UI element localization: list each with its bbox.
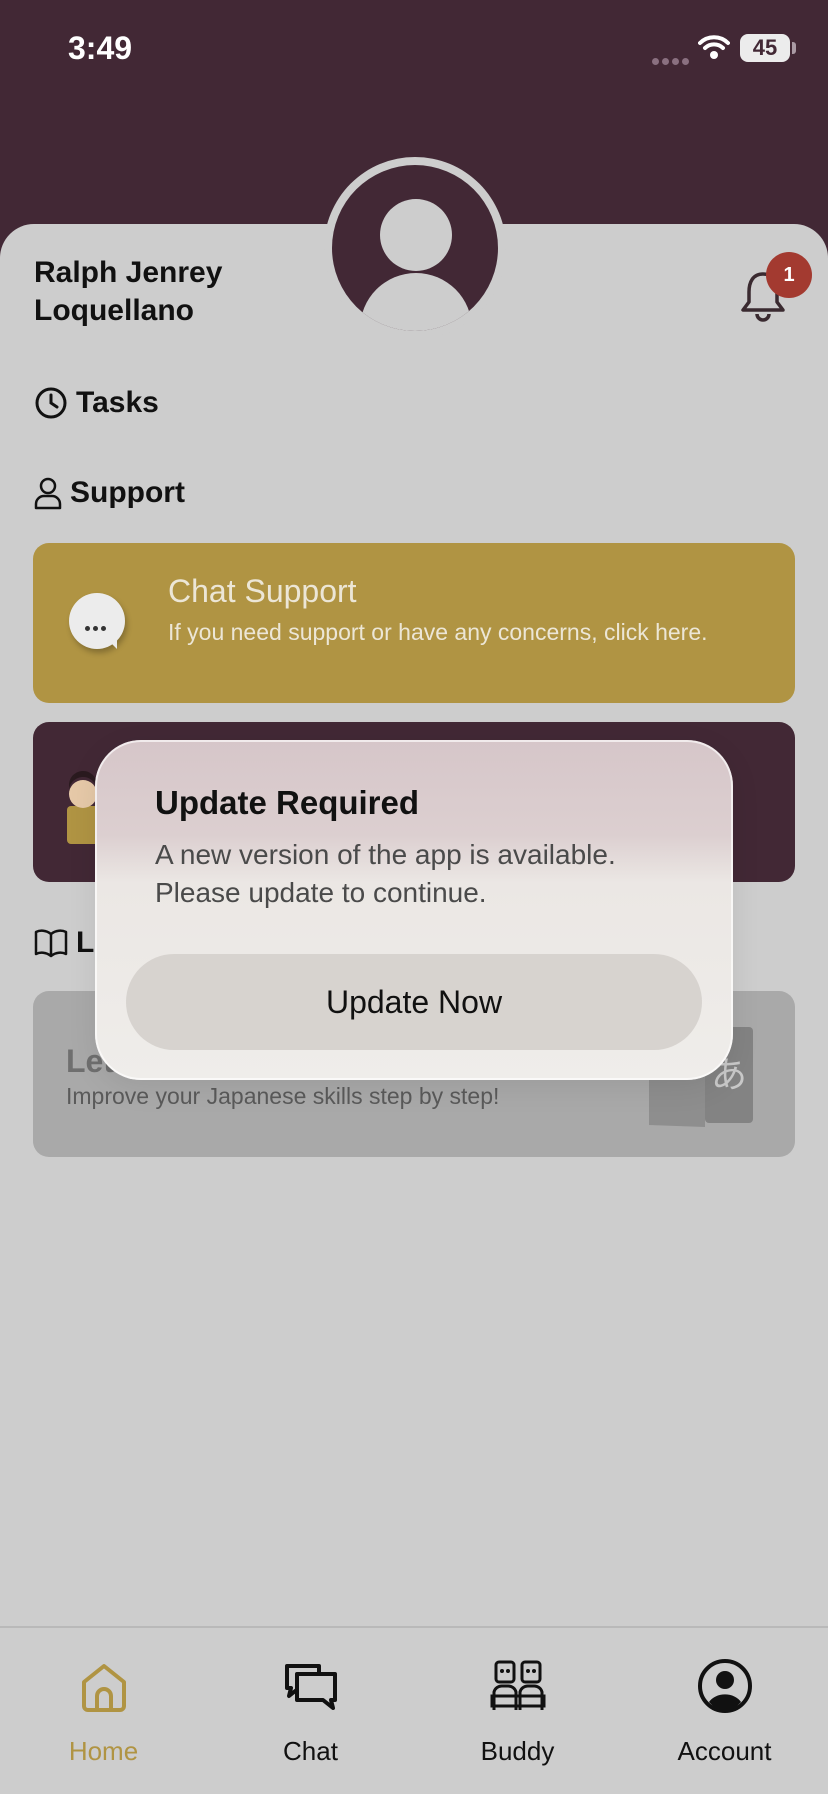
tab-buddy-label: Buddy (480, 1736, 555, 1766)
clock-icon (35, 387, 67, 419)
tasks-label: Tasks (76, 386, 159, 419)
profile-avatar[interactable] (324, 157, 506, 339)
tab-home-label: Home (68, 1736, 139, 1766)
chat-support-description: If you need support or have any concerns… (168, 619, 708, 645)
user-name: Ralph Jenrey Loquellano (34, 256, 223, 327)
home-icon (82, 1664, 126, 1712)
tab-buddy[interactable]: Buddy (414, 1628, 621, 1794)
wifi-icon (698, 35, 730, 59)
status-bar: 3:49 45 (0, 0, 828, 100)
chat-support-card[interactable]: Chat Support If you need support or have… (33, 543, 795, 703)
account-icon (698, 1659, 752, 1713)
tasks-section-header[interactable]: Tasks (34, 386, 159, 420)
status-time: 3:49 (68, 30, 133, 66)
tab-chat-label: Chat (283, 1736, 338, 1766)
book-icon (34, 929, 68, 958)
tab-account-label: Account (677, 1736, 772, 1766)
avatar-icon (332, 165, 498, 331)
chat-icon (285, 1664, 337, 1710)
bottom-tab-bar: Home Chat Buddy Account (0, 1626, 828, 1794)
support-section-header: Support (34, 476, 185, 510)
tab-home[interactable]: Home (0, 1628, 207, 1794)
battery-indicator: 45 (740, 34, 790, 62)
buddy-icon (490, 1660, 546, 1710)
battery-tip (792, 42, 796, 54)
chat-support-title: Chat Support (168, 573, 357, 609)
tab-account[interactable]: Account (621, 1628, 828, 1794)
update-required-dialog: Update Required A new version of the app… (95, 740, 733, 1080)
cellular-signal-icon (652, 52, 692, 70)
notification-badge: 1 (766, 252, 812, 298)
support-label: Support (70, 476, 185, 509)
dialog-title: Update Required (155, 784, 420, 821)
person-icon (34, 477, 62, 510)
update-now-button[interactable]: Update Now (126, 954, 702, 1050)
dialog-message: A new version of the app is available. P… (155, 839, 616, 908)
tab-chat[interactable]: Chat (207, 1628, 414, 1794)
learn-card-description: Improve your Japanese skills step by ste… (66, 1083, 500, 1109)
